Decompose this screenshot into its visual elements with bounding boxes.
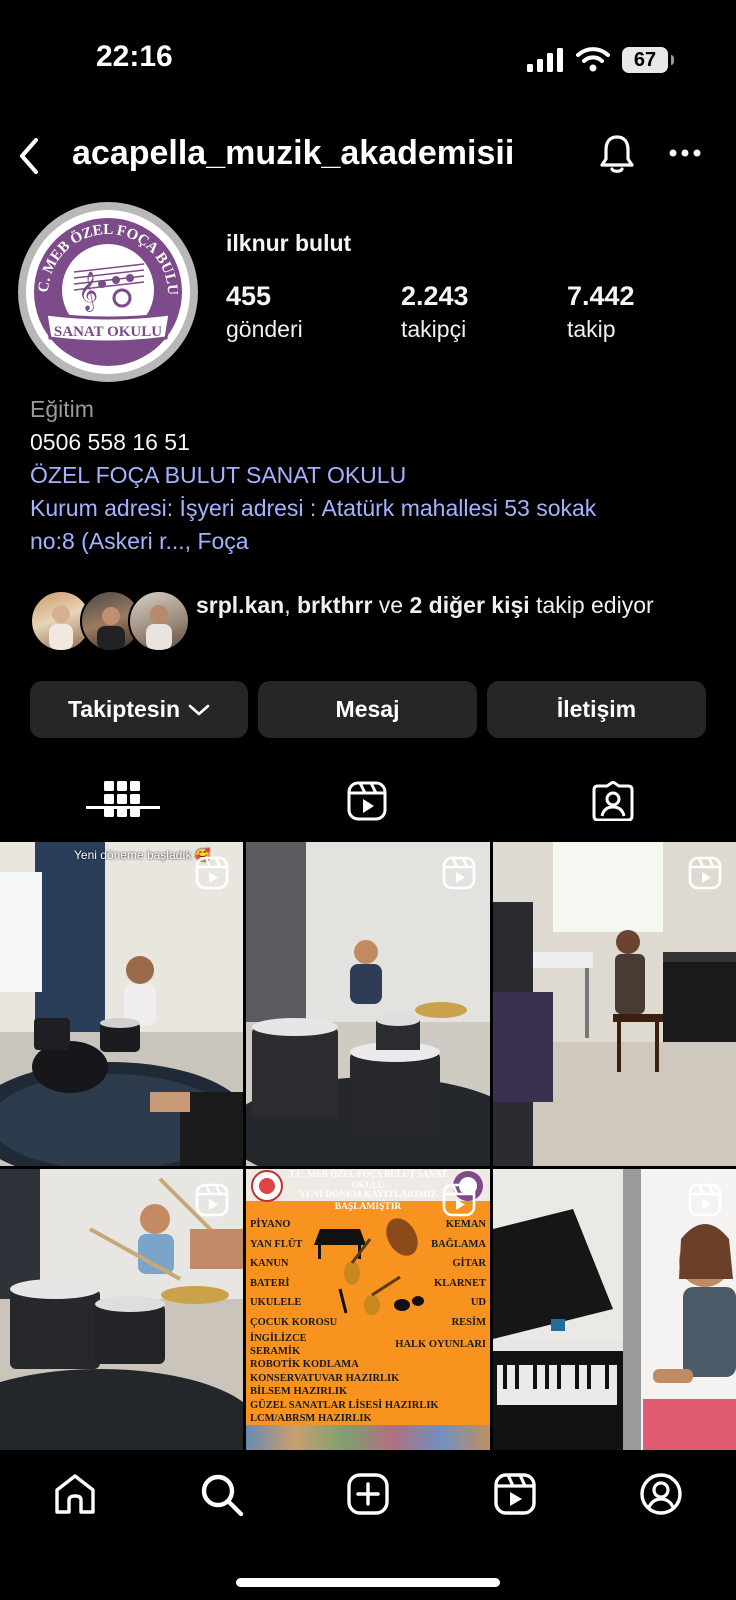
status-time: 22:16 bbox=[96, 40, 173, 73]
poster-bottom-list: ROBOTİK KODLAMA KONSERVATUVAR HAZIRLIK Bİ… bbox=[250, 1359, 439, 1424]
school-logo-image: T.C. MEB ÖZEL FOÇA BULUT 𝄞 SANAT OKULU bbox=[26, 210, 188, 372]
profile-icon[interactable] bbox=[639, 1472, 683, 1516]
chevron-down-icon bbox=[188, 704, 210, 715]
poster-folk-dance: HALK OYUNLARI bbox=[395, 1339, 486, 1350]
post-thumbnail[interactable] bbox=[493, 1169, 736, 1450]
profile-org-link[interactable]: ÖZEL FOÇA BULUT SANAT OKULU bbox=[30, 462, 406, 489]
post-image bbox=[246, 842, 490, 1166]
profile-avatar[interactable]: T.C. MEB ÖZEL FOÇA BULUT 𝄞 SANAT OKULU bbox=[18, 202, 198, 382]
following-count[interactable]: 7.442 bbox=[567, 281, 635, 312]
mutual-followers-text[interactable]: srpl.kan, brkthrr ve 2 diğer kişi takip … bbox=[196, 588, 666, 622]
profile-username: acapella_muzik_akademisii bbox=[72, 134, 515, 172]
wifi-icon bbox=[576, 47, 610, 72]
post-image bbox=[493, 842, 736, 1166]
create-post-icon[interactable] bbox=[346, 1472, 390, 1516]
home-indicator-bar bbox=[236, 1578, 500, 1587]
posts-grid: Yeni döneme başladık 🥰 T.C. MEB ÖZEL FOÇ… bbox=[0, 842, 736, 1450]
grid-tab-icon[interactable] bbox=[104, 781, 140, 817]
profile-address-line1[interactable]: Kurum adresi: İşyeri adresi : Atatürk ma… bbox=[30, 495, 596, 522]
reels-tab-icon[interactable] bbox=[347, 781, 387, 821]
reel-indicator-icon bbox=[688, 856, 722, 890]
reel-indicator-icon bbox=[688, 1183, 722, 1217]
message-button[interactable]: Mesaj bbox=[258, 681, 477, 738]
following-label[interactable]: takip bbox=[567, 316, 616, 343]
search-icon[interactable] bbox=[199, 1472, 245, 1518]
post-thumbnail[interactable] bbox=[493, 842, 736, 1166]
cellular-signal-icon bbox=[527, 48, 563, 72]
reel-indicator-icon bbox=[195, 1183, 229, 1217]
following-button-label: Takiptesin bbox=[67, 696, 181, 722]
display-name: ilknur bulut bbox=[226, 230, 352, 256]
post-thumbnail[interactable] bbox=[0, 1169, 243, 1450]
battery-indicator: 67 bbox=[622, 47, 674, 73]
poster-instruments-image bbox=[314, 1218, 424, 1315]
post-thumbnail[interactable]: T.C. MEB ÖZEL FOÇA BULUT SANAT OKULU YEN… bbox=[246, 1169, 490, 1450]
back-arrow-icon[interactable] bbox=[14, 136, 44, 176]
post-thumbnail[interactable] bbox=[246, 842, 490, 1166]
posts-count[interactable]: 455 bbox=[226, 281, 271, 312]
following-button[interactable]: Takiptesin bbox=[30, 681, 248, 738]
poster-photo-strip bbox=[246, 1425, 490, 1450]
reel-indicator-icon bbox=[442, 856, 476, 890]
post-thumbnail[interactable]: Yeni döneme başladık 🥰 bbox=[0, 842, 243, 1166]
contact-button[interactable]: İletişim bbox=[487, 681, 706, 738]
post-caption-overlay: Yeni döneme başladık 🥰 bbox=[74, 848, 210, 862]
more-options-icon[interactable] bbox=[668, 148, 702, 158]
post-image bbox=[0, 842, 243, 1166]
profile-phone[interactable]: 0506 558 16 51 bbox=[30, 429, 190, 456]
notification-bell-icon[interactable] bbox=[598, 132, 636, 176]
follower-avatar bbox=[128, 590, 190, 652]
active-tab-indicator bbox=[86, 806, 160, 809]
reel-indicator-icon bbox=[195, 856, 229, 890]
poster-title-line1: T.C. MEB ÖZEL FOÇA BULUT SANAT bbox=[288, 1169, 448, 1179]
tagged-tab-icon[interactable] bbox=[592, 781, 634, 821]
poster-extra-list: İNGİLİZCE SERAMİK bbox=[250, 1333, 307, 1357]
profile-address-line2[interactable]: no:8 (Askeri r..., Foça bbox=[30, 528, 249, 555]
profile-category: Eğitim bbox=[30, 396, 94, 422]
svg-text:SANAT OKULU: SANAT OKULU bbox=[54, 324, 162, 340]
home-icon[interactable] bbox=[53, 1472, 97, 1516]
posts-label[interactable]: gönderi bbox=[226, 316, 303, 343]
svg-text:𝄞: 𝄞 bbox=[78, 271, 98, 312]
poster-right-list: KEMAN BAĞLAMA GİTAR KLARNET UD RESİM bbox=[431, 1219, 486, 1328]
mutual-followers-avatars[interactable] bbox=[30, 590, 190, 652]
reels-icon[interactable] bbox=[493, 1472, 537, 1516]
followers-count[interactable]: 2.243 bbox=[401, 281, 469, 312]
reel-indicator-icon bbox=[442, 1183, 476, 1217]
followers-label[interactable]: takipçi bbox=[401, 316, 466, 343]
